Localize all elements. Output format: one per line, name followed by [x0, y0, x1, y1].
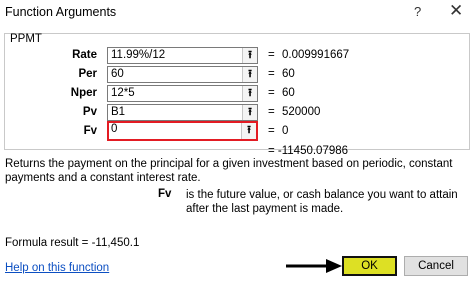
arg-label-rate: Rate: [72, 49, 97, 61]
per-input-value: 60: [111, 68, 124, 80]
nper-equals: =: [268, 87, 275, 99]
collapse-dialog-icon[interactable]: ⭱: [242, 105, 257, 120]
rate-input-value: 11.99%/12: [111, 49, 166, 61]
nper-input[interactable]: 12*5 ⭱: [107, 85, 258, 102]
rate-evaluated: 0.009991667: [282, 49, 350, 61]
pv-input-value: B1: [111, 106, 126, 118]
fv-evaluated: 0: [282, 125, 289, 137]
nper-evaluated: 60: [282, 87, 295, 99]
collapse-dialog-icon[interactable]: ⭱: [242, 86, 257, 101]
pv-input[interactable]: B1 ⭱: [107, 104, 258, 121]
arrow-pointer-icon: [286, 259, 342, 273]
arg-help-name: Fv: [158, 188, 172, 200]
per-evaluated: 60: [282, 68, 295, 80]
per-equals: =: [268, 68, 275, 80]
collapse-dialog-icon[interactable]: ⭱: [241, 123, 256, 139]
arg-label-per: Per: [78, 68, 97, 80]
close-icon[interactable]: ✕: [449, 1, 463, 21]
function-name: PPMT: [10, 33, 42, 45]
ok-button[interactable]: OK: [342, 256, 397, 276]
title-bar: Function Arguments ? ✕: [0, 0, 474, 26]
rate-equals: =: [268, 49, 275, 61]
cancel-button[interactable]: Cancel: [404, 256, 468, 276]
collapse-dialog-icon[interactable]: ⭱: [242, 48, 257, 63]
pv-equals: =: [268, 106, 275, 118]
rate-input[interactable]: 11.99%/12 ⭱: [107, 47, 258, 64]
fv-input[interactable]: 0 ⭱: [107, 121, 258, 141]
collapse-dialog-icon[interactable]: ⭱: [242, 67, 257, 82]
function-description: Returns the payment on the principal for…: [5, 158, 453, 184]
nper-input-value: 12*5: [111, 87, 135, 99]
formula-result: Formula result = -11,450.1: [5, 237, 140, 249]
pv-evaluated: 520000: [282, 106, 321, 118]
arg-label-nper: Nper: [70, 87, 97, 99]
fv-equals: =: [268, 125, 275, 137]
arg-label-fv: Fv: [83, 125, 97, 137]
arg-help-text: is the future value, or cash balance you…: [186, 189, 458, 215]
dialog-title: Function Arguments: [5, 5, 117, 19]
help-on-function-link[interactable]: Help on this function: [5, 262, 109, 274]
help-icon[interactable]: ?: [414, 4, 421, 19]
result-preview: = -11450.07986: [268, 145, 349, 157]
per-input[interactable]: 60 ⭱: [107, 66, 258, 83]
fv-input-value: 0: [111, 123, 118, 135]
arg-label-pv: Pv: [82, 106, 97, 118]
